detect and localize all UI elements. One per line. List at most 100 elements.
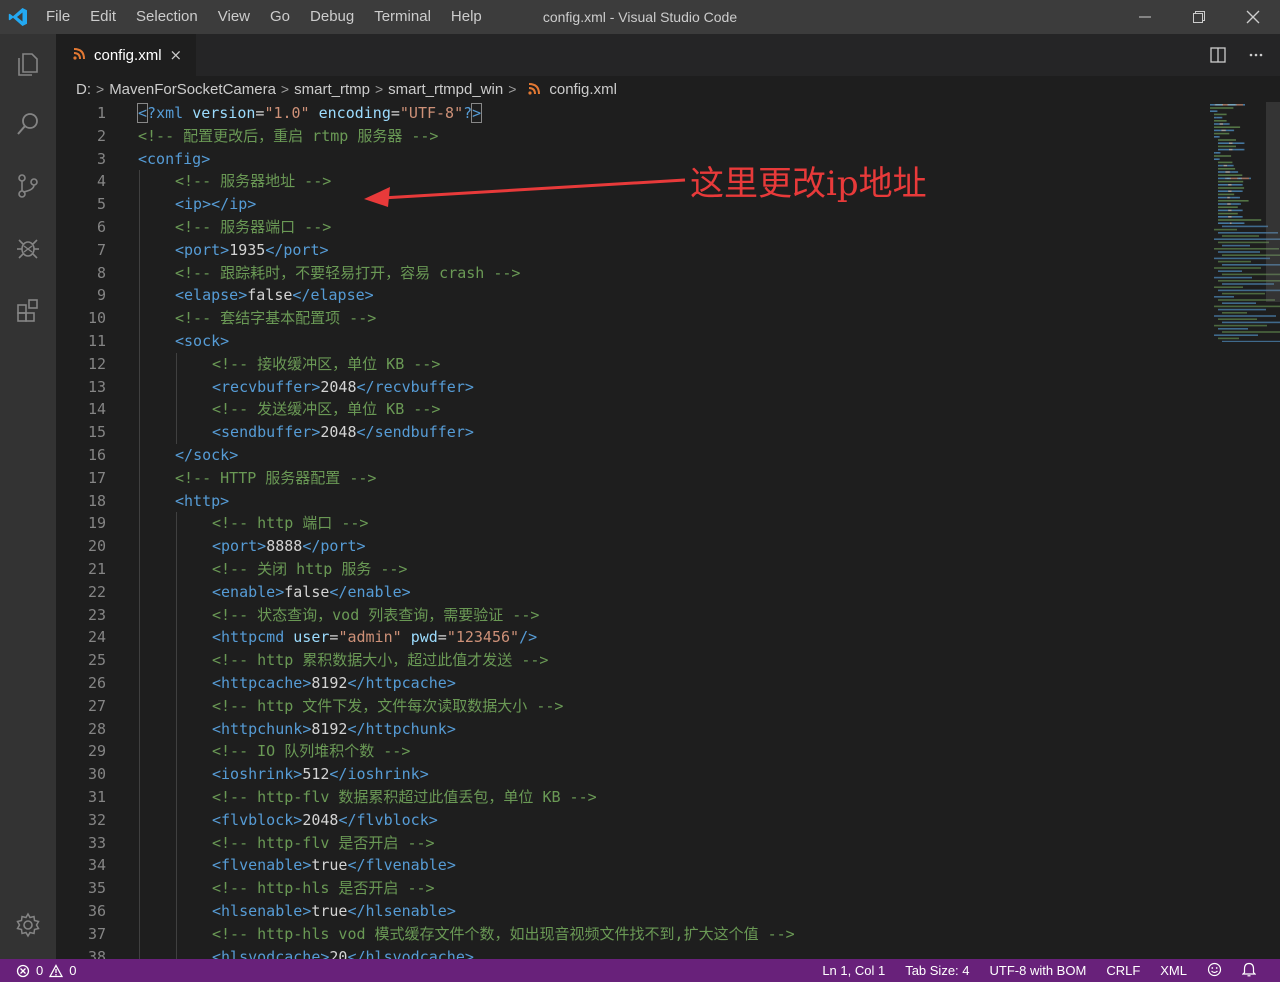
code-token: false bbox=[284, 582, 330, 601]
tab-size[interactable]: Tab Size: 4 bbox=[895, 963, 979, 978]
menu-item-go[interactable]: Go bbox=[260, 0, 300, 34]
indent-guide bbox=[139, 580, 140, 604]
tab-config-xml[interactable]: config.xml × bbox=[56, 34, 196, 76]
code-token: <!-- http-flv 是否开启 --> bbox=[212, 833, 435, 852]
code-token: </ bbox=[265, 240, 284, 259]
vertical-scrollbar[interactable] bbox=[1266, 102, 1280, 302]
code-line[interactable]: 23 <!-- 状态查询，vod 列表查询，需要验证 --> bbox=[56, 604, 1146, 627]
breadcrumb-item[interactable]: MavenForSocketCamera bbox=[109, 81, 276, 98]
breadcrumb-item[interactable]: smart_rtmp bbox=[294, 81, 370, 98]
code-line[interactable]: 7 <port>1935</port> bbox=[56, 239, 1146, 262]
minimap-stroke bbox=[1219, 196, 1227, 199]
menu-item-selection[interactable]: Selection bbox=[126, 0, 208, 34]
minimap-stroke bbox=[1232, 142, 1235, 144]
code-line[interactable]: 25 <!-- http 累积数据大小，超过此值才发送 --> bbox=[56, 649, 1146, 672]
source-control-icon[interactable] bbox=[0, 158, 56, 214]
code-line[interactable]: 17 <!-- HTTP 服务器配置 --> bbox=[56, 467, 1146, 490]
code-token: ip bbox=[229, 195, 248, 214]
code-line[interactable]: 2 <!-- 配置更改后，重启 rtmp 服务器 --> bbox=[56, 125, 1146, 148]
minimap-stroke bbox=[1243, 104, 1244, 106]
code-line[interactable]: 37 <!-- http-hls vod 模式缓存文件个数，如出现音视频文件找不到… bbox=[56, 923, 1146, 946]
end-of-line[interactable]: CRLF bbox=[1096, 963, 1150, 978]
code-line[interactable]: 36 <hlsenable>true</hlsenable> bbox=[56, 900, 1146, 923]
feedback-smiley-icon[interactable] bbox=[1197, 962, 1232, 980]
code-line[interactable]: 10 <!-- 套结字基本配置项 --> bbox=[56, 307, 1146, 330]
minimap-stroke bbox=[1214, 123, 1215, 125]
code-line[interactable]: 9 <elapse>false</elapse> bbox=[56, 284, 1146, 307]
settings-gear-icon[interactable] bbox=[0, 897, 56, 953]
menu-item-debug[interactable]: Debug bbox=[300, 0, 364, 34]
code-line[interactable]: 20 <port>8888</port> bbox=[56, 535, 1146, 558]
code-line[interactable]: 15 <sendbuffer>2048</sendbuffer> bbox=[56, 421, 1146, 444]
debug-icon[interactable] bbox=[0, 220, 56, 276]
code-text: <!-- 服务器端口 --> bbox=[175, 216, 331, 239]
code-line[interactable]: 19 <!-- http 端口 --> bbox=[56, 512, 1146, 535]
minimap-stroke bbox=[1218, 190, 1219, 192]
minimap-stroke bbox=[1218, 161, 1233, 164]
code-token: ? bbox=[147, 104, 157, 122]
code-line[interactable]: 33 <!-- http-flv 是否开启 --> bbox=[56, 832, 1146, 855]
code-line[interactable]: 6 <!-- 服务器端口 --> bbox=[56, 216, 1146, 239]
extensions-icon[interactable] bbox=[0, 282, 56, 338]
restore-button[interactable] bbox=[1172, 0, 1226, 34]
breadcrumb-item[interactable]: smart_rtmpd_win bbox=[388, 81, 503, 98]
split-editor-icon[interactable] bbox=[1206, 43, 1230, 67]
code-line[interactable]: 3 <config> bbox=[56, 148, 1146, 171]
breadcrumb-item[interactable]: D: bbox=[76, 81, 91, 98]
code-line[interactable]: 35 <!-- http-hls 是否开启 --> bbox=[56, 877, 1146, 900]
code-line[interactable]: 32 <flvblock>2048</flvblock> bbox=[56, 809, 1146, 832]
problems-indicator[interactable]: 0 0 bbox=[0, 963, 76, 978]
minimize-button[interactable] bbox=[1118, 0, 1172, 34]
code-line[interactable]: 22 <enable>false</enable> bbox=[56, 581, 1146, 604]
code-line[interactable]: 30 <ioshrink>512</ioshrink> bbox=[56, 763, 1146, 786]
file-encoding[interactable]: UTF-8 with BOM bbox=[980, 963, 1097, 978]
menu-item-help[interactable]: Help bbox=[441, 0, 492, 34]
code-line[interactable]: 11 <sock> bbox=[56, 330, 1146, 353]
indent-guide bbox=[176, 740, 177, 764]
minimap-stroke bbox=[1218, 174, 1243, 176]
indent-guide bbox=[139, 398, 140, 422]
minimap-stroke bbox=[1219, 152, 1221, 154]
code-line[interactable]: 38 <hlsvodcache>20</hlsvodcache> bbox=[56, 946, 1146, 959]
code-line[interactable]: 29 <!-- IO 队列堆积个数 --> bbox=[56, 740, 1146, 763]
code-token: "123456" bbox=[446, 628, 520, 647]
code-token: <!-- 服务器地址 --> bbox=[175, 172, 332, 191]
code-line[interactable]: 24 <httpcmd user="admin" pwd="123456"/> bbox=[56, 626, 1146, 649]
menu-item-edit[interactable]: Edit bbox=[80, 0, 126, 34]
code-text: <http> bbox=[175, 490, 229, 513]
breadcrumb-item[interactable]: config.xml bbox=[549, 81, 617, 98]
tab-close-button[interactable]: × bbox=[170, 46, 183, 64]
code-token: <!-- 套结字基本配置项 --> bbox=[175, 309, 377, 328]
menu-item-view[interactable]: View bbox=[208, 0, 260, 34]
code-token: enable bbox=[221, 582, 276, 601]
code-text: <?xml version="1.0" encoding="UTF-8"?> bbox=[136, 102, 483, 125]
code-line[interactable]: 27 <!-- http 文件下发，文件每次读取数据大小 --> bbox=[56, 695, 1146, 718]
code-line[interactable]: 21 <!-- 关闭 http 服务 --> bbox=[56, 558, 1146, 581]
notifications-bell-icon[interactable] bbox=[1232, 962, 1266, 980]
menu-item-terminal[interactable]: Terminal bbox=[364, 0, 441, 34]
search-icon[interactable] bbox=[0, 96, 56, 152]
menu-item-file[interactable]: File bbox=[36, 0, 80, 34]
cursor-position[interactable]: Ln 1, Col 1 bbox=[812, 963, 895, 978]
close-window-button[interactable] bbox=[1226, 0, 1280, 34]
indent-guide bbox=[139, 558, 140, 581]
code-line[interactable]: 26 <httpcache>8192</httpcache> bbox=[56, 672, 1146, 695]
code-line[interactable]: 1 <?xml version="1.0" encoding="UTF-8"?> bbox=[56, 102, 1146, 125]
indent-guide bbox=[139, 421, 140, 444]
code-line[interactable]: 34 <flvenable>true</flvenable> bbox=[56, 854, 1146, 877]
code-line[interactable]: 12 <!-- 接收缓冲区，单位 KB --> bbox=[56, 353, 1146, 376]
code-line[interactable]: 14 <!-- 发送缓冲区，单位 KB --> bbox=[56, 398, 1146, 421]
code-token: httpchunk bbox=[221, 719, 303, 738]
code-line[interactable]: 31 <!-- http-flv 数据累积超过此值丢包，单位 KB --> bbox=[56, 786, 1146, 809]
language-mode[interactable]: XML bbox=[1150, 963, 1197, 978]
more-actions-icon[interactable] bbox=[1244, 43, 1268, 67]
indent-guide bbox=[176, 672, 177, 695]
code-line[interactable]: 28 <httpchunk>8192</httpchunk> bbox=[56, 718, 1146, 741]
code-line[interactable]: 16 </sock> bbox=[56, 444, 1146, 467]
code-line[interactable]: 13 <recvbuffer>2048</recvbuffer> bbox=[56, 376, 1146, 399]
code-editor[interactable]: 1 <?xml version="1.0" encoding="UTF-8"?> 2… bbox=[56, 102, 1280, 959]
code-line[interactable]: 18 <http> bbox=[56, 490, 1146, 513]
explorer-icon[interactable] bbox=[0, 36, 56, 92]
code-line[interactable]: 8 <!-- 跟踪耗时，不要轻易打开，容易 crash --> bbox=[56, 262, 1146, 285]
minimap-stroke bbox=[1215, 104, 1222, 106]
